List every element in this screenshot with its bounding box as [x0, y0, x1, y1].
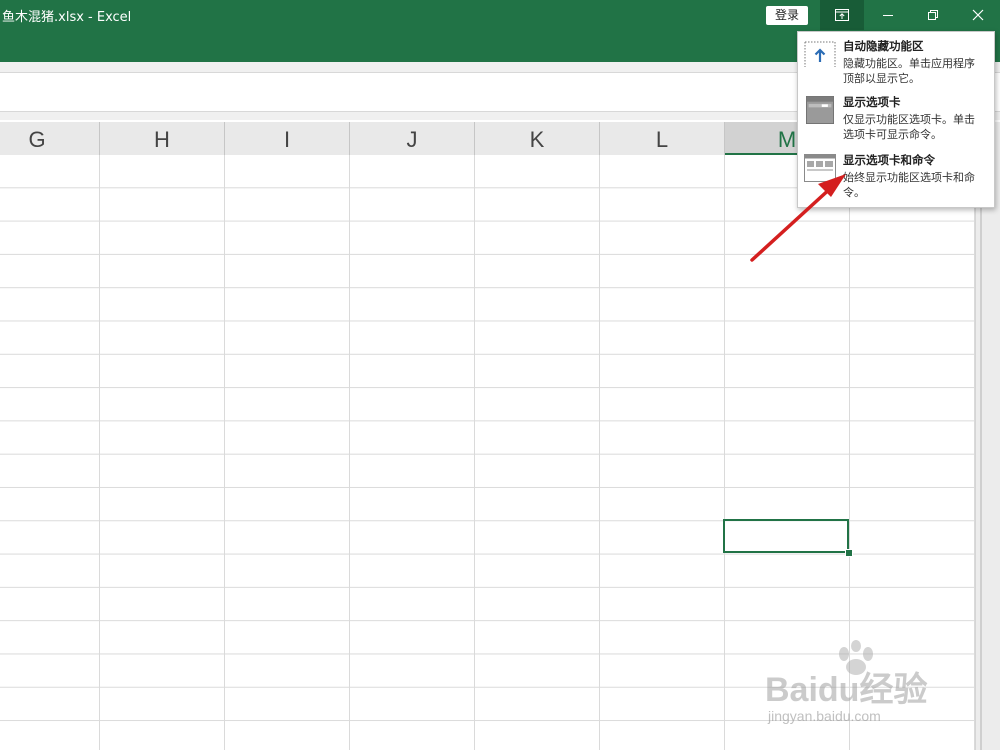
- menu-item-description: 隐藏功能区。单击应用程序顶部以显示它。: [843, 57, 975, 85]
- menu-item-title: 显示选项卡: [843, 95, 901, 109]
- menu-item-title: 显示选项卡和命令: [843, 153, 935, 167]
- watermark-logo-text: Baidu经验: [765, 671, 928, 709]
- watermark-url: jingyan.baidu.com: [768, 708, 881, 724]
- menu-item-show-tabs-and-commands[interactable]: 显示选项卡和命令 始终显示功能区选项卡和命令。: [798, 152, 994, 204]
- fill-handle[interactable]: [845, 549, 853, 557]
- menu-item-auto-hide-ribbon[interactable]: 自动隐藏功能区 隐藏功能区。单击应用程序顶部以显示它。: [798, 38, 994, 90]
- auto-hide-ribbon-icon: [804, 41, 836, 67]
- menu-item-title: 自动隐藏功能区: [843, 39, 924, 53]
- scrollbar-track[interactable]: [980, 122, 982, 750]
- ribbon-display-options-icon: [835, 9, 849, 21]
- minimize-button[interactable]: [866, 0, 910, 30]
- selected-cell[interactable]: [723, 519, 849, 553]
- ribbon-display-options-menu: 自动隐藏功能区 隐藏功能区。单击应用程序顶部以显示它。 显示选项卡 仅显示功能区…: [797, 31, 995, 208]
- menu-item-show-tabs[interactable]: 显示选项卡 仅显示功能区选项卡。单击选项卡可显示命令。: [798, 94, 994, 148]
- menu-item-description: 始终显示功能区选项卡和命令。: [843, 171, 975, 199]
- menu-item-description: 仅显示功能区选项卡。单击选项卡可显示命令。: [843, 113, 975, 141]
- window-title: 鱼木混猪.xlsx - Excel: [2, 10, 132, 25]
- column-header-g[interactable]: G: [0, 122, 100, 155]
- show-tabs-and-commands-icon: [804, 154, 836, 182]
- column-header-l[interactable]: L: [600, 122, 725, 155]
- restore-button[interactable]: [911, 0, 955, 30]
- restore-icon: [928, 10, 938, 20]
- ribbon-display-options-button[interactable]: [820, 0, 864, 30]
- baidu-jingyan-watermark: Baidu经验 jingyan.baidu.com: [760, 640, 980, 730]
- column-header-i[interactable]: I: [225, 122, 350, 155]
- minimize-icon: [883, 15, 893, 16]
- column-header-j[interactable]: J: [350, 122, 475, 155]
- column-header-h[interactable]: H: [100, 122, 225, 155]
- close-button[interactable]: [956, 0, 1000, 30]
- column-header-k[interactable]: K: [475, 122, 600, 155]
- close-icon: [972, 9, 984, 21]
- login-button[interactable]: 登录: [766, 6, 808, 25]
- show-tabs-icon: [806, 96, 834, 124]
